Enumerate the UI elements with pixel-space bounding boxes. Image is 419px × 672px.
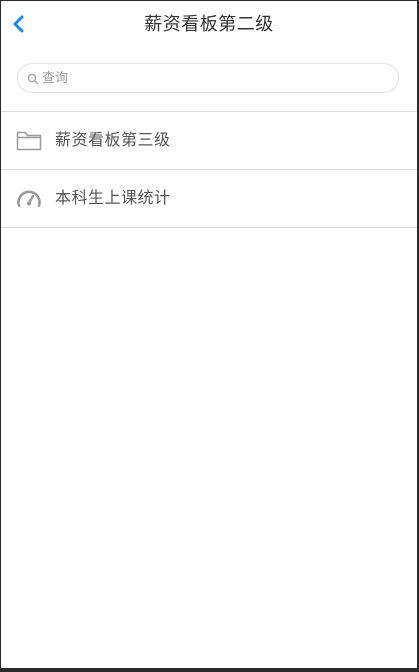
search-box[interactable] [17, 63, 399, 93]
gauge-icon [17, 190, 41, 207]
search-section [1, 49, 417, 111]
list-item-label: 本科生上课统计 [55, 188, 171, 207]
search-input[interactable] [42, 67, 382, 89]
header-bar: 薪资看板第二级 [1, 1, 417, 49]
page-title: 薪资看板第二级 [144, 14, 274, 35]
app-screen: 薪资看板第二级 薪资看板第三级 [1, 1, 417, 668]
list-item-undergrad-class-stats[interactable]: 本科生上课统计 [1, 170, 417, 228]
list-item-salary-dashboard-level3[interactable]: 薪资看板第三级 [1, 112, 417, 170]
list-item-label: 薪资看板第三级 [55, 130, 171, 149]
menu-list: 薪资看板第三级 本科生上课统计 [1, 111, 417, 228]
search-icon [27, 73, 39, 85]
folder-icon [16, 131, 42, 151]
